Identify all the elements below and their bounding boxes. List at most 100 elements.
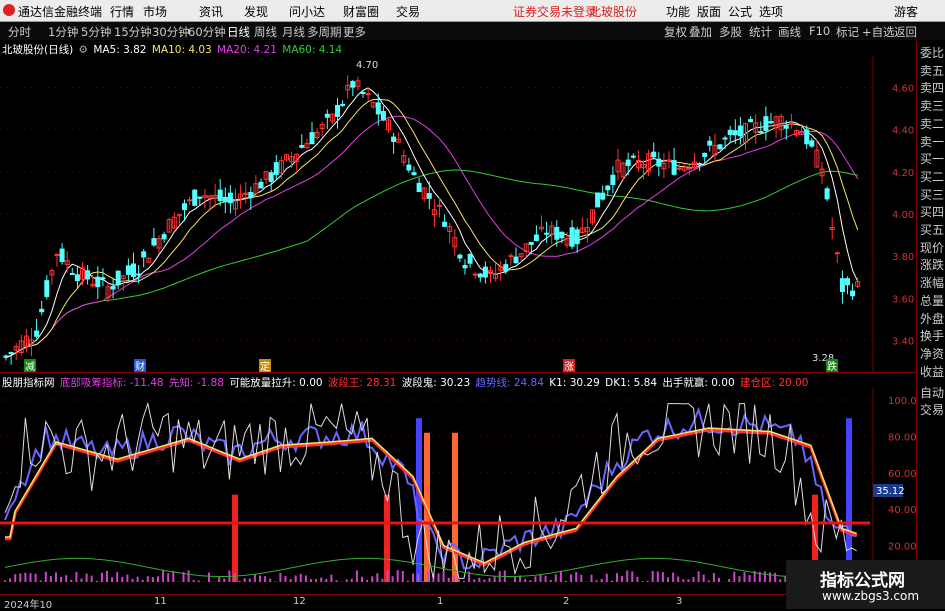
trend-line-path bbox=[5, 410, 857, 569]
volume-bar bbox=[157, 576, 159, 582]
tool-mark[interactable]: 标记 bbox=[836, 24, 859, 40]
user-guest[interactable]: 游客 bbox=[894, 3, 918, 20]
settings-icon[interactable]: ⚙ bbox=[79, 44, 88, 56]
volume-bar bbox=[769, 572, 771, 582]
pane-divider bbox=[0, 372, 916, 373]
tool-multi[interactable]: 多股 bbox=[719, 24, 742, 40]
menu-news[interactable]: 资讯 bbox=[199, 3, 223, 20]
indicator-tick: 20.00 bbox=[888, 542, 916, 553]
candle-body bbox=[677, 168, 681, 169]
tool-back[interactable]: 返回 bbox=[894, 24, 917, 40]
menu-layout[interactable]: 版面 bbox=[697, 3, 721, 20]
candle-body bbox=[198, 197, 202, 198]
volume-bar bbox=[667, 577, 669, 582]
indicator-gridlines bbox=[0, 400, 873, 582]
volume-bar bbox=[142, 580, 144, 582]
menu-ask[interactable]: 问小达 bbox=[289, 3, 325, 20]
volume-bar bbox=[575, 572, 577, 582]
ma60-value: MA60: 4.14 bbox=[282, 44, 342, 56]
period-5min[interactable]: 5分钟 bbox=[81, 24, 111, 40]
event-label-jian: 减 bbox=[25, 361, 35, 372]
date-label-jan: 1 bbox=[437, 596, 443, 607]
period-more[interactable]: 更多 bbox=[343, 24, 366, 40]
menu-wealth[interactable]: 财富圈 bbox=[343, 3, 379, 20]
tool-f10[interactable]: F10 bbox=[809, 24, 830, 38]
volume-bar bbox=[269, 579, 271, 582]
menu-quotes[interactable]: 行情 bbox=[110, 3, 134, 20]
ma5-value: MA5: 3.82 bbox=[93, 44, 146, 56]
candle-body bbox=[759, 132, 763, 133]
period-60min[interactable]: 60分钟 bbox=[188, 24, 226, 40]
tool-adjust[interactable]: 复权 bbox=[664, 24, 687, 40]
candle-body bbox=[249, 193, 253, 198]
tool-stats[interactable]: 统计 bbox=[749, 24, 772, 40]
price-tick: 4.60 bbox=[892, 84, 914, 95]
tool-overlay[interactable]: 叠加 bbox=[689, 24, 712, 40]
side-label-18: 收益 bbox=[920, 363, 944, 380]
volume-bar bbox=[188, 570, 190, 582]
candle-body bbox=[162, 235, 166, 239]
volume-bar bbox=[677, 576, 679, 582]
indicator-tick: 80.00 bbox=[888, 432, 916, 443]
menu-formula[interactable]: 公式 bbox=[728, 3, 752, 20]
candle-body bbox=[35, 331, 39, 336]
period-monthly[interactable]: 月线 bbox=[282, 24, 305, 40]
volume-bar bbox=[642, 581, 644, 582]
volume-bar bbox=[489, 578, 491, 582]
volume-bar bbox=[397, 570, 399, 582]
volume-bar bbox=[116, 572, 118, 582]
candle-body bbox=[769, 122, 773, 123]
period-30min[interactable]: 30分钟 bbox=[152, 24, 190, 40]
candle-body bbox=[269, 173, 273, 182]
period-1min[interactable]: 1分钟 bbox=[48, 24, 78, 40]
candle-body bbox=[606, 186, 610, 190]
side-label-1: 卖五 bbox=[920, 62, 944, 79]
volume-bar bbox=[208, 573, 210, 582]
period-multi[interactable]: 多周期 bbox=[307, 24, 342, 40]
side-label-11: 现价 bbox=[920, 239, 944, 256]
candle-body bbox=[132, 264, 136, 276]
period-tick[interactable]: 分时 bbox=[8, 24, 31, 40]
volume-bar bbox=[167, 573, 169, 582]
menu-discover[interactable]: 发现 bbox=[244, 3, 268, 20]
menu-function[interactable]: 功能 bbox=[666, 3, 690, 20]
volume-bar bbox=[111, 577, 113, 582]
candle-body bbox=[336, 106, 340, 117]
candle-body bbox=[631, 156, 635, 157]
price-tick: 3.80 bbox=[892, 252, 914, 263]
candlestick-chart[interactable]: 4.604.404.204.003.803.603.40 4.70 3.28 减… bbox=[0, 56, 916, 372]
candle-body bbox=[183, 204, 187, 210]
volume-bar bbox=[764, 571, 766, 582]
tool-draw[interactable]: 画线 bbox=[778, 24, 801, 40]
tool-add-favorite[interactable]: +自选 bbox=[862, 24, 895, 40]
indicator-chart[interactable]: 100.080.0060.0040.0020.000.0014:5614:561… bbox=[0, 388, 916, 594]
volume-bar bbox=[708, 580, 710, 582]
signal-bar bbox=[846, 418, 852, 582]
candle-body bbox=[718, 145, 722, 149]
volume-bar bbox=[356, 570, 358, 582]
candle-body bbox=[611, 175, 615, 184]
candle-body bbox=[667, 160, 671, 161]
login-status[interactable]: 证券交易未登录 bbox=[513, 3, 597, 20]
candle-body bbox=[652, 152, 656, 157]
menu-options[interactable]: 选项 bbox=[759, 3, 783, 20]
volume-bar bbox=[162, 571, 164, 582]
period-weekly[interactable]: 周线 bbox=[254, 24, 277, 40]
candles bbox=[4, 75, 860, 364]
event-label-die: 跌 bbox=[827, 360, 837, 372]
candle-body bbox=[96, 277, 100, 286]
candle-body bbox=[60, 249, 64, 261]
volume-bar bbox=[478, 578, 480, 582]
candle-body bbox=[555, 227, 559, 239]
menu-trade[interactable]: 交易 bbox=[396, 3, 420, 20]
ma20-line bbox=[6, 116, 858, 357]
side2-label-0[interactable]: 自动 bbox=[920, 384, 944, 401]
side2-label-1[interactable]: 交易 bbox=[920, 401, 944, 418]
side-label-15: 外盘 bbox=[920, 310, 944, 327]
stock-name-title: 北玻股份 bbox=[589, 3, 637, 20]
menu-market[interactable]: 市场 bbox=[143, 3, 167, 20]
candle-body bbox=[749, 120, 753, 122]
period-daily[interactable]: 日线 bbox=[227, 24, 250, 40]
volume-bar bbox=[249, 579, 251, 582]
period-15min[interactable]: 15分钟 bbox=[114, 24, 152, 40]
